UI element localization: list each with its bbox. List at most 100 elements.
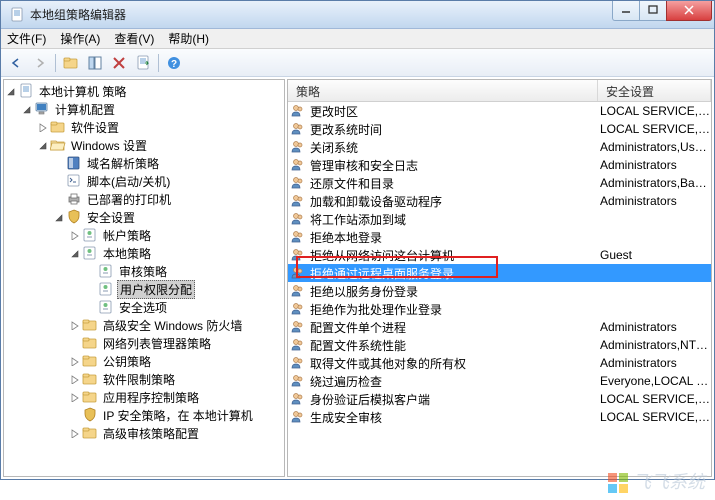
policy-value: Administrators,Backup Operators — [596, 176, 711, 190]
tree-node-app-control-policies[interactable]: 应用程序控制策略 — [4, 388, 284, 406]
list-row[interactable]: 配置文件单个进程Administrators — [288, 318, 711, 336]
list-row[interactable]: 关闭系统Administrators,Users — [288, 138, 711, 156]
list-row[interactable]: 配置文件系统性能Administrators,NT SERVICE — [288, 336, 711, 354]
tree-node-software-restriction[interactable]: 软件限制策略 — [4, 370, 284, 388]
tree-node-windows-settings[interactable]: Windows 设置 — [4, 136, 284, 154]
list-row[interactable]: 取得文件或其他对象的所有权Administrators — [288, 354, 711, 372]
list-row[interactable]: 将工作站添加到域 — [288, 210, 711, 228]
policy-name: 关闭系统 — [310, 139, 596, 156]
expand-icon[interactable] — [68, 228, 82, 242]
policy-icon — [290, 211, 306, 227]
expand-icon — [52, 156, 66, 170]
policy-icon — [290, 337, 306, 353]
computer-icon — [34, 101, 50, 117]
tree-label: 软件设置 — [69, 119, 121, 136]
minimize-button[interactable] — [612, 1, 640, 21]
expand-icon — [84, 300, 98, 314]
column-security-setting[interactable]: 安全设置 — [598, 80, 711, 101]
policy-value: LOCAL SERVICE,Administrators — [596, 104, 711, 118]
policy-icon — [82, 227, 98, 243]
policy-name: 拒绝以服务身份登录 — [310, 283, 596, 300]
tree-label: 高级安全 Windows 防火墙 — [101, 317, 244, 334]
policy-name: 配置文件单个进程 — [310, 319, 596, 336]
tree-node-account-policies[interactable]: 帐户策略 — [4, 226, 284, 244]
folder-icon — [82, 425, 98, 441]
tree-node-local-policies[interactable]: 本地策略 — [4, 244, 284, 262]
tree-node-name-resolution-policy[interactable]: 域名解析策略 — [4, 154, 284, 172]
tree-node-security-settings[interactable]: 安全设置 — [4, 208, 284, 226]
list-row[interactable]: 拒绝本地登录 — [288, 228, 711, 246]
titlebar[interactable]: 本地组策略编辑器 — [1, 1, 714, 29]
policy-icon — [290, 355, 306, 371]
show-hide-tree-button[interactable] — [84, 52, 106, 74]
list-row[interactable]: 身份验证后模拟客户端LOCAL SERVICE,NETWORK SERVICE — [288, 390, 711, 408]
list-row[interactable]: 拒绝作为批处理作业登录 — [288, 300, 711, 318]
expand-icon[interactable] — [68, 390, 82, 404]
list-row[interactable]: 加载和卸载设备驱动程序Administrators — [288, 192, 711, 210]
maximize-button[interactable] — [639, 1, 667, 21]
list-row[interactable]: 拒绝从网络访问这台计算机Guest — [288, 246, 711, 264]
expand-icon[interactable] — [68, 426, 82, 440]
expand-icon[interactable] — [52, 210, 66, 224]
list-row[interactable]: 拒绝以服务身份登录 — [288, 282, 711, 300]
policy-icon — [290, 121, 306, 137]
tree-node-network-list-manager[interactable]: 网络列表管理器策略 — [4, 334, 284, 352]
policy-value: Administrators,Users — [596, 140, 711, 154]
policy-value: Administrators,NT SERVICE — [596, 338, 711, 352]
expand-icon[interactable] — [36, 138, 50, 152]
expand-icon[interactable] — [68, 246, 82, 260]
list-row[interactable]: 还原文件和目录Administrators,Backup Operators — [288, 174, 711, 192]
close-button[interactable] — [666, 1, 712, 21]
list-row[interactable]: 管理审核和安全日志Administrators — [288, 156, 711, 174]
expand-icon[interactable] — [68, 318, 82, 332]
export-button[interactable] — [132, 52, 154, 74]
list-row[interactable]: 绕过遍历检查Everyone,LOCAL SERVICE — [288, 372, 711, 390]
tree-label: 脚本(启动/关机) — [85, 173, 172, 190]
tree-node-advanced-audit-policy[interactable]: 高级审核策略配置 — [4, 424, 284, 442]
tree-node-root[interactable]: 本地计算机 策略 — [4, 82, 284, 100]
policy-value: Administrators — [596, 320, 711, 334]
tree-pane[interactable]: 本地计算机 策略计算机配置软件设置Windows 设置域名解析策略脚本(启动/关… — [3, 79, 285, 477]
menu-action[interactable]: 操作(A) — [60, 30, 100, 47]
tree-label: 高级审核策略配置 — [101, 425, 201, 442]
forward-button[interactable] — [29, 52, 51, 74]
tree-node-advanced-firewall[interactable]: 高级安全 Windows 防火墙 — [4, 316, 284, 334]
list-row[interactable]: 更改时区LOCAL SERVICE,Administrators — [288, 102, 711, 120]
tree-node-audit-policy[interactable]: 审核策略 — [4, 262, 284, 280]
expand-icon[interactable] — [36, 120, 50, 134]
tree-node-deployed-printers[interactable]: 已部署的打印机 — [4, 190, 284, 208]
tree-node-security-options[interactable]: 安全选项 — [4, 298, 284, 316]
main-area: 本地计算机 策略计算机配置软件设置Windows 设置域名解析策略脚本(启动/关… — [1, 77, 714, 479]
back-button[interactable] — [5, 52, 27, 74]
column-policy[interactable]: 策略 — [288, 80, 598, 101]
menu-file[interactable]: 文件(F) — [7, 30, 46, 47]
policy-name: 拒绝作为批处理作业登录 — [310, 301, 596, 318]
delete-button[interactable] — [108, 52, 130, 74]
menu-help[interactable]: 帮助(H) — [168, 30, 209, 47]
tree-node-scripts[interactable]: 脚本(启动/关机) — [4, 172, 284, 190]
tree-node-ip-security-policies[interactable]: IP 安全策略，在 本地计算机 — [4, 406, 284, 424]
expand-icon[interactable] — [68, 372, 82, 386]
list-row[interactable]: 生成安全审核LOCAL SERVICE,NETWORK SERVICE — [288, 408, 711, 426]
expand-icon — [52, 174, 66, 188]
policy-value: Administrators — [596, 356, 711, 370]
tree-node-computer-config[interactable]: 计算机配置 — [4, 100, 284, 118]
tree-label: 安全设置 — [85, 209, 137, 226]
menu-view[interactable]: 查看(V) — [114, 30, 154, 47]
policy-name: 更改时区 — [310, 103, 596, 120]
list-row[interactable]: 拒绝通过远程桌面服务登录 — [288, 264, 711, 282]
list-row[interactable]: 更改系统时间LOCAL SERVICE,Administrators — [288, 120, 711, 138]
policy-value: Administrators — [596, 194, 711, 208]
tree-node-software-settings[interactable]: 软件设置 — [4, 118, 284, 136]
policy-value: LOCAL SERVICE,NETWORK SERVICE — [596, 410, 711, 424]
expand-icon[interactable] — [68, 354, 82, 368]
tree-node-user-rights-assignment[interactable]: 用户权限分配 — [4, 280, 284, 298]
tree-label: 本地计算机 策略 — [37, 83, 128, 100]
book-icon — [66, 155, 82, 171]
up-button[interactable] — [60, 52, 82, 74]
tree-node-public-key-policies[interactable]: 公钥策略 — [4, 352, 284, 370]
expand-icon[interactable] — [20, 102, 34, 116]
help-button[interactable]: ? — [163, 52, 185, 74]
expand-icon[interactable] — [4, 84, 18, 98]
list-body[interactable]: 更改时区LOCAL SERVICE,Administrators更改系统时间LO… — [288, 102, 711, 476]
